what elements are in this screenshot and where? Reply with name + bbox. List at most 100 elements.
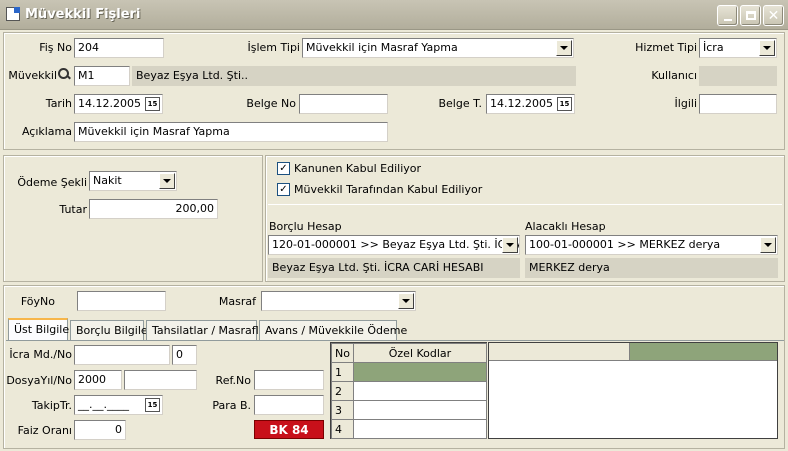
para-b-input[interactable] — [254, 395, 324, 415]
chevron-down-icon[interactable] — [159, 173, 175, 189]
ozel-kodlar-grid: No Özel Kodlar 1 2 3 4 — [330, 342, 488, 439]
icra-no-input[interactable]: 0 — [172, 345, 197, 365]
close-icon: ✕ — [767, 7, 780, 24]
odeme-sekli-select[interactable]: Nakit — [89, 171, 177, 191]
maximize-icon — [745, 11, 756, 20]
window-title: Müvekkil Fişleri — [25, 7, 141, 22]
chevron-down-icon[interactable] — [502, 237, 518, 253]
borclu-hesap-name: Beyaz Eşya Ltd. Şti. İCRA CARİ HESABI — [268, 258, 520, 278]
calendar-icon[interactable]: 15 — [145, 97, 160, 111]
grid-header-row: No Özel Kodlar — [331, 343, 488, 363]
hizmet-tipi-select[interactable]: İcra — [699, 38, 777, 58]
icra-md-no-label: İcra Md./No — [9, 348, 72, 361]
islem-tipi-label: İşlem Tipi — [247, 41, 301, 54]
faiz-orani-label: Faiz Oranı — [17, 424, 72, 437]
takip-tr-input[interactable]: __.__.____ 15 — [74, 395, 163, 415]
kanunen-checkbox[interactable]: ✓ — [277, 162, 290, 175]
muvekkil-tarafindan-label: Müvekkil Tarafından Kabul Ediliyor — [294, 183, 483, 196]
table-row[interactable]: 4 — [331, 419, 488, 439]
tutar-input[interactable]: 200,00 — [89, 199, 218, 219]
belge-t-label: Belge T. — [438, 97, 482, 110]
muvekkil-label: Müvekkil — [8, 69, 57, 82]
alacakli-hesap-select[interactable]: 100-01-000001 >> MERKEZ derya — [525, 235, 778, 255]
icra-md-input[interactable] — [74, 345, 170, 365]
islem-tipi-value: Müvekkil için Masraf Yapma — [306, 41, 458, 54]
detail-grid-header-selected[interactable] — [630, 343, 777, 361]
fis-no-label: Fiş No — [39, 41, 72, 54]
dosya-yil-no-label: DosyaYıl/No — [6, 374, 72, 387]
dosya-no-input[interactable] — [124, 370, 197, 390]
grid-header-ozel-kodlar: Özel Kodlar — [352, 343, 488, 363]
foy-no-input[interactable] — [77, 291, 166, 311]
grid-cell[interactable] — [352, 362, 488, 382]
tab-ust-bilgiler[interactable]: Üst Bilgiler — [8, 318, 74, 340]
muvekkil-code-input[interactable]: M1 — [74, 66, 130, 86]
table-row[interactable]: 2 — [331, 381, 488, 401]
faiz-orani-input[interactable]: 0 — [74, 420, 126, 440]
odeme-sekli-value: Nakit — [93, 174, 122, 187]
muvekkil-tarafindan-checkbox[interactable]: ✓ — [277, 183, 290, 196]
table-row[interactable]: 1 — [331, 362, 488, 382]
takip-tr-value: __.__.____ — [78, 398, 129, 411]
aciklama-input[interactable]: Müvekkil için Masraf Yapma — [74, 122, 388, 142]
chevron-down-icon[interactable] — [556, 40, 572, 56]
tarih-value: 14.12.2005 — [78, 97, 141, 110]
row-number: 3 — [331, 400, 354, 420]
minimize-button[interactable] — [717, 5, 738, 26]
row-number: 2 — [331, 381, 354, 401]
belge-no-input[interactable] — [299, 94, 388, 114]
aciklama-label: Açıklama — [21, 125, 72, 138]
grid-cell[interactable] — [352, 400, 488, 420]
belge-t-value: 14.12.2005 — [490, 97, 553, 110]
minimize-icon — [723, 18, 732, 21]
tab-borclu-bilgileri[interactable]: Borçlu Bilgileri — [70, 320, 155, 340]
tutar-label: Tutar — [59, 203, 87, 216]
close-button[interactable]: ✕ — [763, 5, 784, 26]
tarih-label: Tarih — [45, 97, 72, 110]
chevron-down-icon[interactable] — [759, 40, 775, 56]
ilgili-label: İlgili — [674, 97, 697, 110]
ilgili-input[interactable] — [699, 94, 777, 114]
islem-tipi-select[interactable]: Müvekkil için Masraf Yapma — [302, 38, 574, 58]
borclu-hesap-value: 120-01-000001 >> Beyaz Eşya Ltd. Şti. İC… — [272, 238, 520, 251]
kullanici-field — [699, 66, 777, 86]
hizmet-tipi-value: İcra — [703, 41, 724, 54]
chevron-down-icon[interactable] — [398, 293, 414, 309]
maximize-button[interactable] — [740, 5, 761, 26]
ref-no-input[interactable] — [254, 370, 324, 390]
hizmet-tipi-label: Hizmet Tipi — [635, 41, 697, 54]
kullanici-label: Kullanıcı — [651, 69, 697, 82]
grid-header-no: No — [331, 343, 354, 363]
grid-cell[interactable] — [352, 419, 488, 439]
search-icon[interactable] — [57, 67, 71, 81]
tab-divider — [6, 340, 784, 341]
grid-cell[interactable] — [352, 381, 488, 401]
dosya-yil-input[interactable]: 2000 — [74, 370, 122, 390]
borclu-hesap-select[interactable]: 120-01-000001 >> Beyaz Eşya Ltd. Şti. İC… — [268, 235, 520, 255]
foy-no-label: FöyNo — [20, 295, 55, 308]
odeme-sekli-label: Ödeme Şekli — [17, 176, 87, 189]
bk-badge: BK 84 — [254, 420, 324, 439]
table-row[interactable]: 3 — [331, 400, 488, 420]
row-number: 1 — [331, 362, 354, 382]
masraf-label: Masraf — [218, 295, 256, 308]
borclu-hesap-label: Borçlu Hesap — [269, 220, 342, 233]
tab-avans-muvekkile-odeme[interactable]: Avans / Müvekkile Ödeme — [259, 320, 407, 340]
ref-no-label: Ref.No — [215, 374, 251, 387]
calendar-icon[interactable]: 15 — [145, 398, 160, 412]
detail-grid-header — [489, 343, 630, 361]
belge-no-label: Belge No — [246, 97, 296, 110]
tarih-input[interactable]: 14.12.2005 15 — [74, 94, 163, 114]
divider — [268, 204, 782, 205]
masraf-select[interactable] — [261, 291, 416, 311]
calendar-icon[interactable]: 15 — [557, 97, 572, 111]
takip-tr-label: TakipTr. — [31, 399, 72, 412]
alacakli-hesap-value: 100-01-000001 >> MERKEZ derya — [529, 238, 721, 251]
chevron-down-icon[interactable] — [760, 237, 776, 253]
fis-no-input[interactable]: 204 — [74, 38, 164, 58]
tab-tahsilatlar-masraflar[interactable]: Tahsilatlar / Masraflar — [146, 320, 270, 340]
app-icon — [6, 7, 20, 21]
belge-t-input[interactable]: 14.12.2005 15 — [486, 94, 575, 114]
alacakli-hesap-name: MERKEZ derya — [525, 258, 778, 278]
alacakli-hesap-label: Alacaklı Hesap — [525, 220, 606, 233]
